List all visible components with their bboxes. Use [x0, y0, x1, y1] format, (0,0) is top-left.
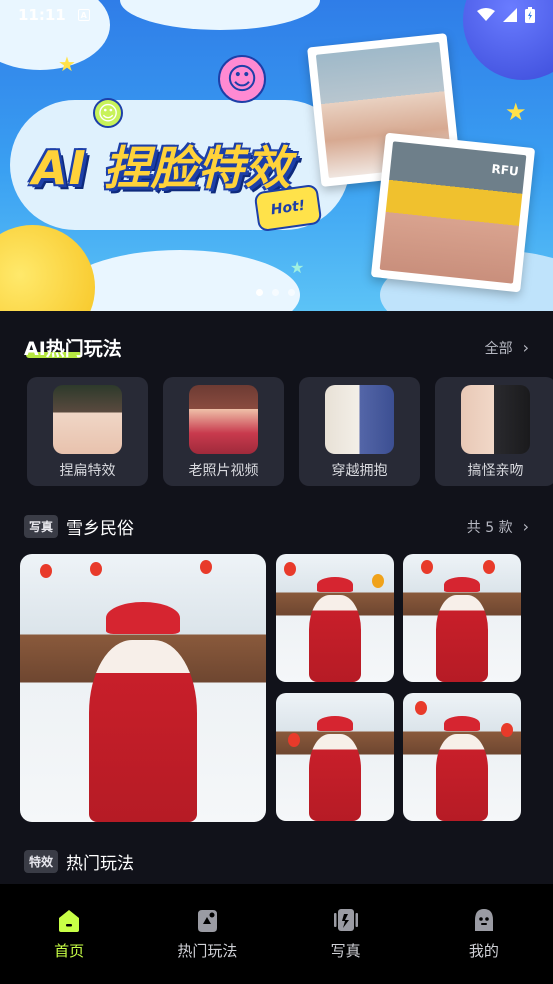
carousel-dot[interactable]	[256, 289, 263, 296]
star-icon: ★	[505, 98, 527, 126]
bottom-nav: 首页 热门玩法 写真 我的	[0, 884, 553, 984]
gallery-main-photo[interactable]	[20, 554, 266, 822]
photo-count-link[interactable]: 共 5 款 ›	[467, 517, 529, 537]
effect-label: 老照片视频	[188, 463, 259, 479]
gallery-photo[interactable]	[276, 554, 394, 682]
carousel-dot[interactable]	[288, 289, 295, 296]
effect-thumbnail	[53, 385, 122, 454]
wifi-icon	[477, 8, 495, 21]
photo-count-label: 共 5 款	[466, 519, 513, 536]
fire-icon	[198, 910, 218, 932]
effect-card[interactable]: 搞怪亲吻	[435, 377, 553, 486]
section-name: 雪乡民俗	[66, 519, 135, 539]
section-title: AI热门玩法	[24, 338, 122, 360]
promo-banner[interactable]: ☺ ☺ ★ ★ ★ AI 捏脸特效 Hot! RFU	[0, 0, 553, 311]
photo-sign-text: RFU	[490, 161, 520, 179]
home-icon	[59, 910, 80, 932]
sun-decoration	[0, 225, 95, 311]
banner-photo: RFU	[370, 132, 536, 293]
effect-label: 穿越拥抱	[331, 463, 388, 479]
see-all-link[interactable]: 全部 ›	[485, 338, 529, 358]
status-bar: 11:11 A	[0, 0, 553, 30]
section-tag: 写真	[24, 515, 59, 538]
nav-label: 热门玩法	[177, 942, 238, 960]
hot-section-header: AI热门玩法 全部 ›	[24, 334, 529, 361]
carousel-dot[interactable]	[272, 289, 279, 296]
effect-card[interactable]: 穿越拥抱	[299, 377, 420, 486]
effect-label: 捏扁特效	[59, 463, 116, 479]
section-tag: 特效	[24, 850, 59, 873]
gallery-photo[interactable]	[276, 693, 394, 821]
star-icon: ★	[58, 52, 76, 76]
nav-home[interactable]: 首页	[0, 884, 138, 984]
status-time: 11:11	[18, 6, 66, 24]
effect-label: 搞怪亲吻	[467, 463, 524, 479]
effects-section-header: 特效 热门玩法	[24, 849, 529, 874]
signal-icon	[503, 8, 517, 22]
gallery-photo[interactable]	[403, 554, 521, 682]
hot-effects-row: 捏扁特效 老照片视频 穿越拥抱 搞怪亲吻	[27, 377, 553, 486]
effect-card[interactable]: 老照片视频	[163, 377, 284, 486]
section-name: 热门玩法	[66, 854, 135, 874]
nav-label: 写真	[330, 942, 361, 960]
nav-hot[interactable]: 热门玩法	[138, 884, 276, 984]
photo-section-header: 写真 雪乡民俗 共 5 款 ›	[24, 514, 529, 539]
effect-thumbnail	[325, 385, 394, 454]
banner-title: AI 捏脸特效	[32, 141, 292, 195]
hot-badge: Hot!	[253, 183, 323, 233]
see-all-label: 全部	[484, 340, 513, 357]
carousel-indicator	[256, 289, 295, 296]
smiley-icon: ☺	[93, 98, 123, 128]
gallery-photo[interactable]	[403, 693, 521, 821]
notification-icon: A	[77, 9, 90, 21]
star-icon: ★	[290, 258, 305, 277]
nav-label: 我的	[468, 942, 499, 960]
effect-thumbnail	[189, 385, 258, 454]
effect-card[interactable]: 捏扁特效	[27, 377, 148, 486]
smiley-icon: ☺	[218, 55, 266, 103]
profile-icon	[474, 909, 493, 931]
chevron-right-icon: ›	[522, 338, 529, 357]
cloud-decoration	[60, 250, 300, 311]
nav-label: 首页	[54, 942, 85, 960]
chevron-right-icon: ›	[522, 517, 529, 536]
battery-icon	[525, 7, 535, 23]
portrait-icon	[333, 909, 358, 931]
nav-profile[interactable]: 我的	[415, 884, 553, 984]
nav-portrait[interactable]: 写真	[277, 884, 415, 984]
effect-thumbnail	[461, 385, 530, 454]
